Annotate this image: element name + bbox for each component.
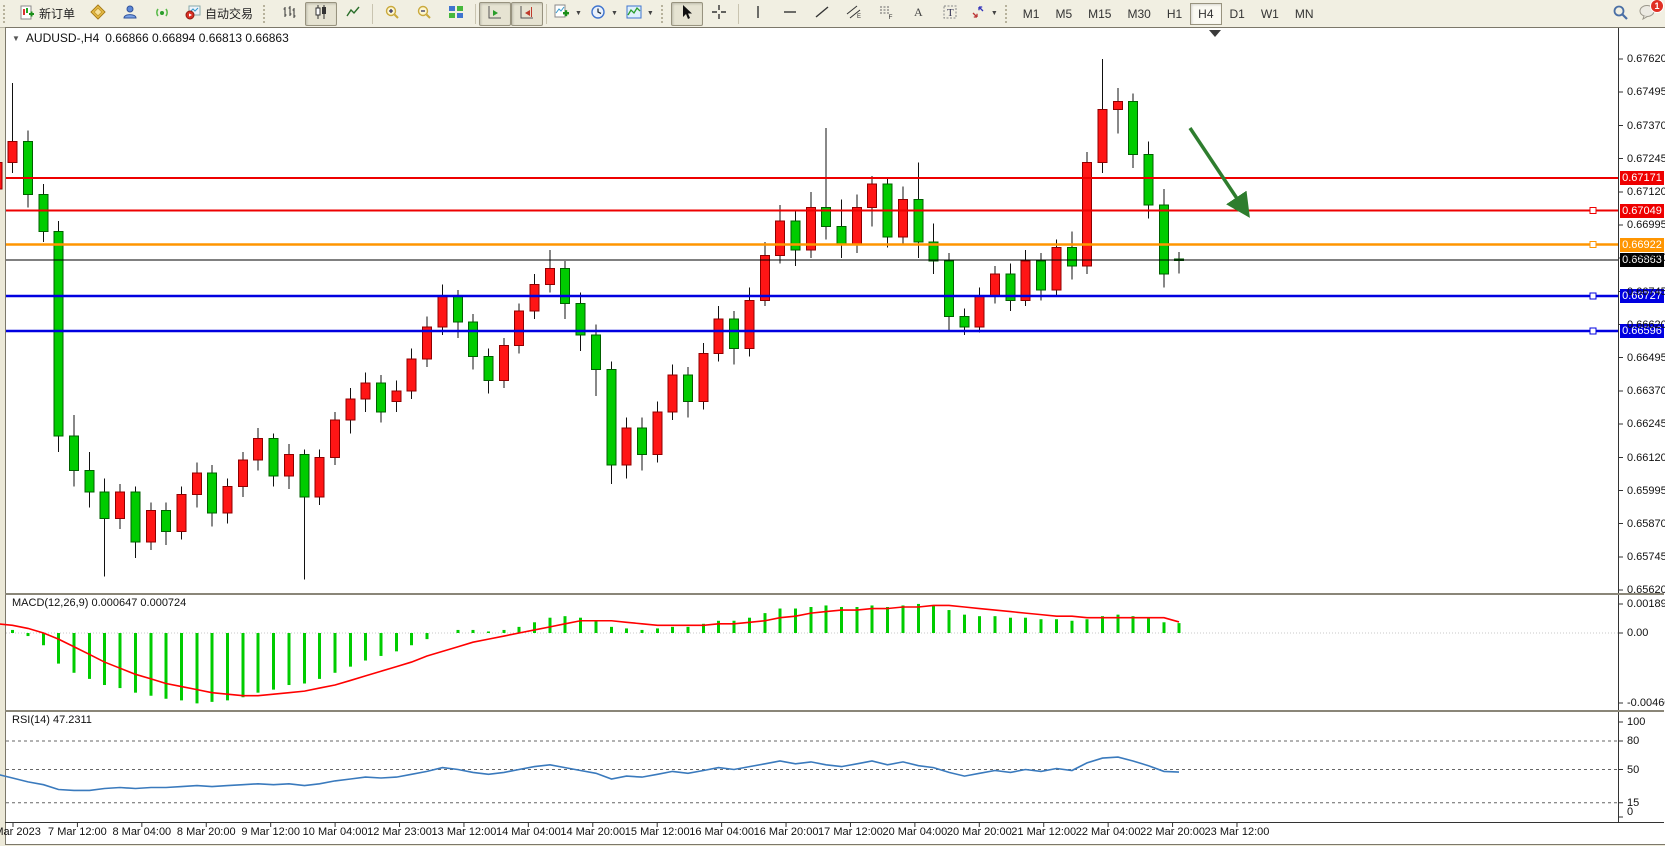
time-axis-label: 14 Mar 20:00 [560,826,625,838]
macd-axis-label: 0.00 [1627,627,1648,639]
price-axis-label: 0.66870 [1627,252,1665,264]
price-axis-label: 0.67245 [1627,153,1665,165]
price-axis-label: 0.66495 [1627,352,1665,364]
price-axis-label: 0.67620 [1627,53,1665,65]
candles [0,59,1184,580]
macd-axis-label: -0.004606 [1627,697,1665,709]
price-level-badge: 0.67171 [1620,171,1664,185]
time-axis-label: 15 Mar 12:00 [625,826,690,838]
chart-canvas [0,0,1665,846]
time-axis-label: 20 Mar 20:00 [947,826,1012,838]
time-axis-label: 9 Mar 12:00 [241,826,300,838]
price-axis-label: 0.65995 [1627,485,1665,497]
macd-histogram [0,604,1179,703]
price-axis-label: 0.67370 [1627,120,1665,132]
time-axis-label: 20 Mar 04:00 [882,826,947,838]
rsi-axis-label: 0 [1627,806,1633,818]
rsi-axis-label: 80 [1627,735,1639,747]
time-axis-label: 16 Mar 04:00 [689,826,754,838]
price-axis-label: 0.66245 [1627,418,1665,430]
price-axis-label: 0.65745 [1627,551,1665,563]
price-level-badge: 0.67049 [1620,204,1664,218]
rsi-line [0,757,1179,790]
price-axis-label: 0.67495 [1627,86,1665,98]
price-level-badge: 0.66922 [1620,238,1664,252]
price-axis-label: 0.66745 [1627,286,1665,298]
time-axis-label: 8 Mar 20:00 [177,826,236,838]
macd-axis-label: 0.001896 [1627,598,1665,610]
time-axis-label: 8 Mar 04:00 [112,826,171,838]
chart-shift-marker[interactable] [1209,30,1221,37]
time-axis-label: 6 Mar 2023 [0,826,41,838]
time-axis-label: 12 Mar 23:00 [367,826,432,838]
time-axis-label: 13 Mar 12:00 [432,826,497,838]
time-axis-label: 7 Mar 12:00 [48,826,107,838]
trend-arrow-annotation[interactable] [1190,128,1246,212]
price-axis-label: 0.66995 [1627,219,1665,231]
price-axis-label: 0.67120 [1627,186,1665,198]
macd-signal-line [0,605,1179,695]
price-axis-label: 0.66120 [1627,452,1665,464]
time-axis-label: 23 Mar 12:00 [1205,826,1270,838]
time-axis-label: 21 Mar 12:00 [1011,826,1076,838]
price-axis-label: 0.65620 [1627,584,1665,596]
price-axis-label: 0.65870 [1627,518,1665,530]
rsi-axis-label: 50 [1627,764,1639,776]
rsi-axis-label: 100 [1627,716,1645,728]
time-axis-label: 16 Mar 20:00 [754,826,819,838]
time-axis-label: 22 Mar 20:00 [1140,826,1205,838]
time-axis-label: 22 Mar 04:00 [1076,826,1141,838]
price-axis-label: 0.66620 [1627,319,1665,331]
time-axis-label: 14 Mar 04:00 [496,826,561,838]
time-axis-label: 10 Mar 04:00 [303,826,368,838]
time-axis-label: 17 Mar 12:00 [818,826,883,838]
price-axis-label: 0.66370 [1627,385,1665,397]
